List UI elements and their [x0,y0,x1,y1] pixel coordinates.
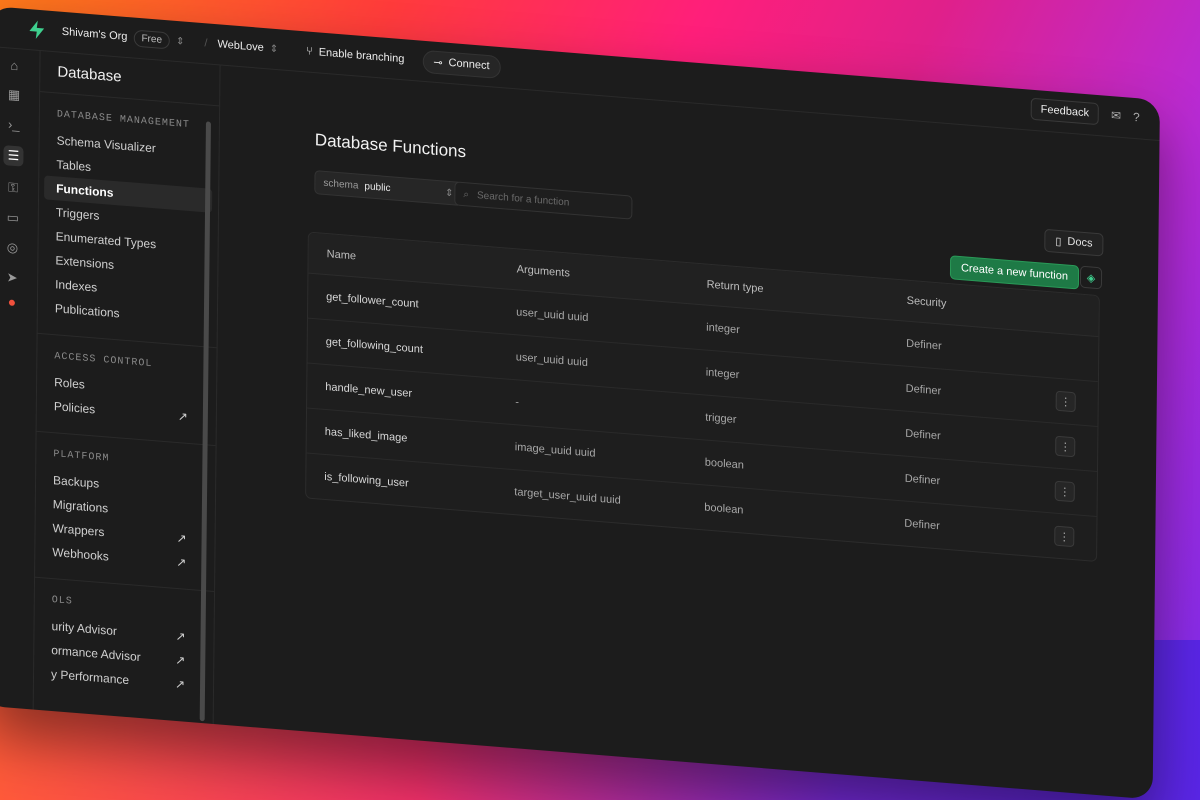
function-arguments: target_user_uuid uuid [514,486,621,507]
storage-icon[interactable]: ▭ [7,209,19,226]
home-icon[interactable]: ⌂ [10,58,18,74]
realtime-icon[interactable]: ➤ [7,269,18,286]
function-name: get_following_count [325,336,424,356]
function-return-type: integer [706,321,740,337]
chevron-updown-icon: ⇕ [175,35,185,48]
column-header-arguments: Arguments [516,263,570,280]
function-security: Definer [905,427,941,443]
function-return-type: integer [705,366,740,382]
chevron-updown-icon: ⇕ [444,187,454,199]
function-security: Definer [905,382,942,398]
function-return-type: boolean [704,501,744,517]
function-security: Definer [904,472,941,488]
connect-button[interactable]: ⊸ Connect [422,49,501,79]
external-link-icon: ↗ [177,409,188,424]
branch-icon: ⑂ [306,45,313,58]
page-title: Database Functions [314,130,467,162]
enable-branching-button[interactable]: ⑂ Enable branching [306,45,404,65]
function-name: handle_new_user [325,380,413,400]
plug-icon: ⊸ [433,56,443,69]
external-link-icon: ↗ [175,628,186,644]
more-options-icon[interactable]: ⋮ [1054,525,1075,548]
plan-badge: Free [133,29,171,49]
sql-editor-icon[interactable]: ›_ [8,116,20,132]
connect-label: Connect [448,56,490,73]
function-return-type: boolean [704,456,744,472]
more-options-icon[interactable]: ⋮ [1054,480,1075,503]
book-icon: ▯ [1055,235,1062,249]
sidebar-item-label: Webhooks [52,545,109,564]
column-header-name: Name [326,248,357,263]
enable-branching-label: Enable branching [318,46,405,66]
chevron-updown-icon: ⇕ [269,42,279,55]
schema-prefix: schema [323,177,359,192]
function-search[interactable]: ⌕ Search for a function [454,181,633,220]
help-icon[interactable]: ? [1133,110,1140,125]
function-security: Definer [906,337,942,353]
schema-value: public [364,180,391,194]
column-header-security: Security [906,294,947,310]
external-link-icon: ↗ [175,652,186,668]
table-editor-icon[interactable]: ▦ [8,86,20,103]
project-name: WebLove [217,38,264,55]
external-link-icon: ↗ [176,555,187,570]
external-link-icon: ↗ [174,676,186,692]
org-selector[interactable]: Shivam's Org Free ⇕ [62,23,185,50]
function-arguments: user_uuid uuid [515,351,588,370]
function-name: get_follower_count [326,291,419,311]
sidebar-item-label: Policies [53,399,96,417]
edge-functions-icon[interactable]: ◎ [7,239,19,256]
function-arguments: user_uuid uuid [516,306,589,325]
more-options-icon[interactable]: ⋮ [1055,390,1076,413]
search-placeholder: Search for a function [476,189,570,209]
ai-assistant-icon[interactable]: ◈ [1079,265,1103,290]
external-link-icon: ↗ [176,531,187,546]
function-arguments: - [515,396,519,409]
main-content: Database Functions schema public ⇕ ⌕ Sea… [213,64,1160,799]
org-name: Shivam's Org [61,25,128,44]
breadcrumb-separator: / [204,37,208,50]
search-icon: ⌕ [463,188,470,201]
auth-icon[interactable]: ⚿ [8,179,18,196]
app-window: Shivam's Org Free ⇕ / WebLove ⇕ ⑂ Enable… [0,6,1160,800]
project-selector[interactable]: WebLove ⇕ [217,38,278,55]
database-sidebar: Database DATABASE MANAGEMENT Schema Visu… [32,49,221,725]
schema-select[interactable]: schema public ⇕ [314,170,463,206]
docs-button[interactable]: ▯ Docs [1044,228,1104,257]
inbox-icon[interactable]: ✉ [1111,108,1121,123]
function-return-type: trigger [705,411,737,427]
function-security: Definer [904,517,940,533]
function-name: has_liked_image [324,425,408,445]
more-options-icon[interactable]: ⋮ [1055,435,1076,458]
function-name: is_following_user [324,470,409,490]
database-icon[interactable]: ☰ [3,145,24,167]
function-arguments: image_uuid uuid [514,441,596,460]
sidebar-item-label: urity Advisor [51,618,117,639]
column-header-return-type: Return type [706,278,764,296]
feedback-button[interactable]: Feedback [1030,97,1100,126]
supabase-logo-icon[interactable] [26,18,48,42]
sidebar-item-label: Wrappers [52,521,105,540]
notification-dot-icon [8,299,15,307]
docs-label: Docs [1067,235,1093,250]
sidebar-item-label: ormance Advisor [51,642,141,665]
sidebar-item-label: y Performance [50,666,130,688]
